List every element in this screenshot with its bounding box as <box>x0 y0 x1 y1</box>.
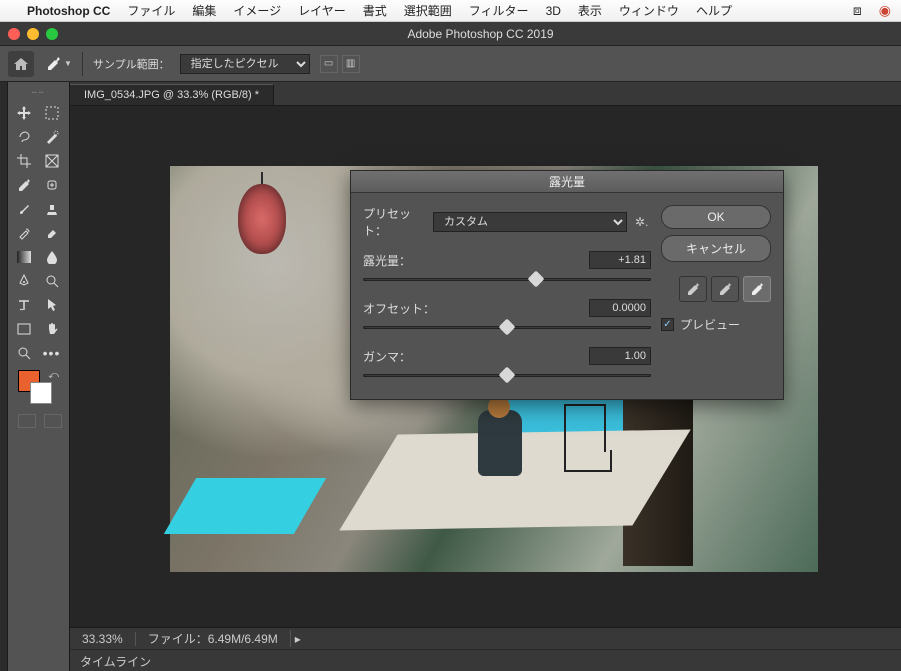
frame-tool[interactable] <box>40 150 64 172</box>
mac-menubar: Photoshop CC ファイル 編集 イメージ レイヤー 書式 選択範囲 フ… <box>0 0 901 22</box>
exposure-slider[interactable] <box>363 273 651 287</box>
lasso-tool[interactable] <box>12 126 36 148</box>
current-tool-indicator[interactable]: ▼ <box>44 55 72 73</box>
black-eyedropper-button[interactable] <box>679 276 707 302</box>
type-tool[interactable] <box>12 294 36 316</box>
menu-filter[interactable]: フィルター <box>469 2 529 19</box>
status-bar: 33.33% ファイル：6.49M/6.49M ▸ <box>70 627 901 649</box>
healing-brush-tool[interactable] <box>40 174 64 196</box>
offset-slider[interactable] <box>363 321 651 335</box>
window-minimize-button[interactable] <box>27 28 39 40</box>
exposure-input[interactable] <box>589 251 651 269</box>
file-info[interactable]: ファイル：6.49M/6.49M <box>136 630 291 647</box>
marquee-tool[interactable] <box>40 102 64 124</box>
options-bar: ▼ サンプル範囲： 指定したピクセル ▭ ▥ <box>0 46 901 82</box>
crop-tool[interactable] <box>12 150 36 172</box>
eraser-tool[interactable] <box>40 222 64 244</box>
gray-eyedropper-button[interactable] <box>711 276 739 302</box>
option-button-1[interactable]: ▭ <box>320 55 338 73</box>
menu-layer[interactable]: レイヤー <box>298 2 346 19</box>
hand-tool[interactable] <box>40 318 64 340</box>
exposure-label: 露光量： <box>363 252 589 269</box>
menu-edit[interactable]: 編集 <box>192 2 216 19</box>
document-tab-bar: IMG_0534.JPG @ 33.3% (RGB/8) * <box>70 82 901 106</box>
menu-select[interactable]: 選択範囲 <box>404 2 452 19</box>
clone-stamp-tool[interactable] <box>40 198 64 220</box>
window-maximize-button[interactable] <box>46 28 58 40</box>
gradient-tool[interactable] <box>12 246 36 268</box>
menu-view[interactable]: 表示 <box>578 2 602 19</box>
checkbox-icon: ✓ <box>661 318 674 331</box>
cc-tray-icon[interactable]: ◉ <box>879 2 891 19</box>
image-content <box>238 184 286 254</box>
timeline-panel-tab[interactable]: タイムライン <box>70 649 901 671</box>
offset-input[interactable] <box>589 299 651 317</box>
quick-selection-tool[interactable] <box>40 126 64 148</box>
pen-tool[interactable] <box>12 270 36 292</box>
option-button-2[interactable]: ▥ <box>342 55 360 73</box>
app-menu[interactable]: Photoshop CC <box>27 4 110 18</box>
zoom-tool[interactable] <box>12 342 36 364</box>
zoom-level[interactable]: 33.33% <box>70 632 136 646</box>
menu-type[interactable]: 書式 <box>363 2 387 19</box>
menu-file[interactable]: ファイル <box>127 2 175 19</box>
menu-3d[interactable]: 3D <box>546 4 561 18</box>
document-tab[interactable]: IMG_0534.JPG @ 33.3% (RGB/8) * <box>70 84 274 105</box>
offset-label: オフセット： <box>363 300 589 317</box>
exposure-dialog: 露光量 プリセット： カスタム ✲. 露光量： <box>350 170 784 400</box>
window-titlebar: Adobe Photoshop CC 2019 <box>0 22 901 46</box>
screen-mode-button[interactable] <box>44 414 62 428</box>
eyedropper-icon <box>44 55 62 73</box>
preview-checkbox[interactable]: ✓ プレビュー <box>661 316 771 333</box>
menu-window[interactable]: ウィンドウ <box>619 2 679 19</box>
rectangle-tool[interactable] <box>12 318 36 340</box>
gamma-input[interactable] <box>589 347 651 365</box>
preset-label: プリセット： <box>363 205 433 239</box>
dodge-tool[interactable] <box>40 270 64 292</box>
color-swatches[interactable]: ⤺ <box>12 370 65 412</box>
background-swatch[interactable] <box>30 382 52 404</box>
canvas-area[interactable]: 露光量 プリセット： カスタム ✲. 露光量： <box>70 106 901 627</box>
edit-toolbar-button[interactable]: ••• <box>40 342 64 364</box>
menu-help[interactable]: ヘルプ <box>696 2 732 19</box>
home-button[interactable] <box>8 51 34 77</box>
swap-colors-icon[interactable]: ⤺ <box>48 370 59 381</box>
sample-size-select[interactable]: 指定したピクセル <box>180 54 310 74</box>
tools-panel-grip[interactable]: ┄┄ <box>12 88 65 98</box>
preset-gear-icon[interactable]: ✲. <box>635 215 651 229</box>
sample-size-label: サンプル範囲： <box>93 56 170 72</box>
cancel-button[interactable]: キャンセル <box>661 235 771 262</box>
panel-collapse-strip[interactable] <box>0 82 8 671</box>
move-tool[interactable] <box>12 102 36 124</box>
history-brush-tool[interactable] <box>12 222 36 244</box>
gamma-label: ガンマ： <box>363 348 589 365</box>
dropbox-tray-icon[interactable]: ⧈ <box>853 2 862 19</box>
menu-image[interactable]: イメージ <box>233 2 281 19</box>
blur-tool[interactable] <box>40 246 64 268</box>
quick-mask-button[interactable] <box>18 414 36 428</box>
home-icon <box>13 57 29 71</box>
white-eyedropper-button[interactable] <box>743 276 771 302</box>
gamma-slider[interactable] <box>363 369 651 383</box>
brush-tool[interactable] <box>12 198 36 220</box>
preview-label: プレビュー <box>680 316 740 333</box>
dialog-title[interactable]: 露光量 <box>351 171 783 193</box>
ok-button[interactable]: OK <box>661 205 771 229</box>
window-close-button[interactable] <box>8 28 20 40</box>
path-selection-tool[interactable] <box>40 294 64 316</box>
eyedropper-tool[interactable] <box>12 174 36 196</box>
tools-panel: ┄┄ <box>8 82 70 671</box>
status-menu-chevron-icon[interactable]: ▸ <box>291 632 305 646</box>
app-window: Adobe Photoshop CC 2019 ▼ サンプル範囲： 指定したピク… <box>0 22 901 671</box>
window-title: Adobe Photoshop CC 2019 <box>68 27 893 41</box>
preset-select[interactable]: カスタム <box>433 212 627 232</box>
